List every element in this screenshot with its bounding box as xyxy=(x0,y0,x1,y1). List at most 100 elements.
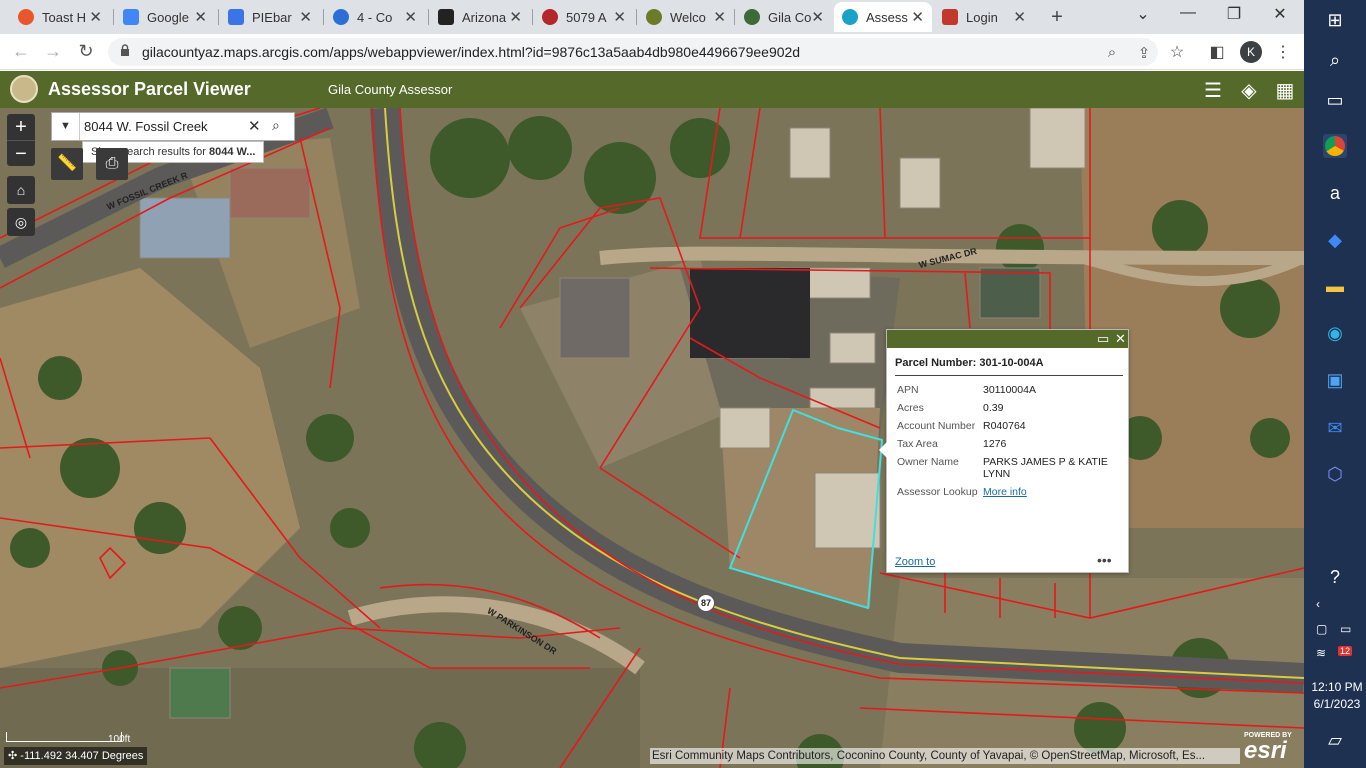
browser-tab[interactable]: Gila Co ✕ xyxy=(736,2,832,32)
google-docs-icon xyxy=(228,9,244,25)
windows-taskbar: ⊞ ⌕ ▭ a ◆ ▬ ◉ ▣ ✉ ⬡ ? ‹ ▢ ▭ ≋ 12 12:10 P… xyxy=(1304,0,1366,768)
menu-kebab-icon[interactable]: ⋮ xyxy=(1272,42,1294,62)
task-view-icon[interactable]: ▭ xyxy=(1323,88,1347,112)
tab-title: Assess xyxy=(866,9,908,25)
search-icon[interactable]: ⌕ xyxy=(1323,48,1347,72)
browser-tab[interactable]: Welco ✕ xyxy=(638,2,734,32)
windows-start-icon[interactable]: ⊞ xyxy=(1323,8,1347,32)
field-label: APN xyxy=(897,384,919,396)
browser-tab[interactable]: 5079 A ✕ xyxy=(534,2,634,32)
dropbox-icon[interactable]: ◆ xyxy=(1323,228,1347,252)
attribute-row: Acres 0.39 xyxy=(895,400,1123,418)
share-icon[interactable]: ⇪ xyxy=(1134,44,1154,62)
meet-icon[interactable]: ▢ xyxy=(1316,622,1327,636)
close-tab-icon[interactable]: ✕ xyxy=(194,8,207,26)
browser-tab[interactable]: PIEbar ✕ xyxy=(220,2,320,32)
address-bar[interactable]: gilacountyaz.maps.arcgis.com/apps/webapp… xyxy=(108,38,1158,66)
maximize-icon[interactable]: ▭ xyxy=(1097,331,1109,347)
browser-tab[interactable]: Google ✕ xyxy=(115,2,215,32)
reload-icon[interactable]: ↻ xyxy=(75,41,97,62)
clock-time[interactable]: 12:10 PM xyxy=(1308,680,1366,694)
side-panel-icon[interactable]: ◧ xyxy=(1206,42,1228,62)
print-icon[interactable]: ⎙ xyxy=(96,148,128,180)
tab-title: Toast H xyxy=(42,9,87,25)
tab-title: PIEbar xyxy=(252,9,292,25)
close-tab-icon[interactable]: ✕ xyxy=(911,8,924,26)
more-info-link[interactable]: More info xyxy=(983,486,1027,498)
tab-title: Login xyxy=(966,9,998,25)
close-tab-icon[interactable]: ✕ xyxy=(1013,8,1026,26)
close-tab-icon[interactable]: ✕ xyxy=(613,8,626,26)
home-button[interactable]: ⌂ xyxy=(7,176,35,204)
show-hidden-icons[interactable]: ‹ xyxy=(1316,597,1320,611)
zoom-icon[interactable]: ⌕ xyxy=(1102,44,1122,61)
map-view[interactable]: W FOSSIL CREEK R W SUMAC DR W PARKINSON … xyxy=(0,108,1304,768)
close-window-button[interactable]: ✕ xyxy=(1265,4,1295,24)
help-icon[interactable]: ? xyxy=(1323,565,1347,589)
clock-date[interactable]: 6/1/2023 xyxy=(1308,697,1366,711)
back-icon[interactable]: ← xyxy=(10,41,32,62)
close-tab-icon[interactable]: ✕ xyxy=(811,8,824,26)
file-explorer-icon[interactable]: ▬ xyxy=(1323,274,1347,298)
restore-button[interactable]: ❐ xyxy=(1219,4,1249,24)
close-tab-icon[interactable]: ✕ xyxy=(509,8,522,26)
browser-tab[interactable]: 4 - Co ✕ xyxy=(325,2,425,32)
wifi-icon[interactable]: ≋ xyxy=(1316,646,1326,660)
mail-icon[interactable]: ✉ xyxy=(1323,416,1347,440)
browser-tab[interactable]: Toast H ✕ xyxy=(10,2,110,32)
field-value: 1276 xyxy=(983,438,1007,450)
zoom-out-button[interactable]: − xyxy=(7,140,35,166)
close-tab-icon[interactable]: ✕ xyxy=(404,8,417,26)
search-source-dropdown[interactable]: ▼ xyxy=(52,113,80,140)
url-text[interactable]: gilacountyaz.maps.arcgis.com/apps/webapp… xyxy=(142,44,800,60)
close-tab-icon[interactable]: ✕ xyxy=(299,8,312,26)
field-value: 0.39 xyxy=(983,402,1004,414)
tab-title: Arizona xyxy=(462,9,507,25)
attribute-row: Account Number R040764 xyxy=(895,418,1123,436)
minimize-button[interactable]: — xyxy=(1173,4,1203,22)
calendar-badge[interactable]: 12 xyxy=(1338,646,1353,656)
parcel-popup: ▭ ✕ Parcel Number: 301-10-004A APN 301100… xyxy=(879,329,1129,573)
layers-icon[interactable]: ◈ xyxy=(1236,78,1262,103)
new-tab-button[interactable]: + xyxy=(1046,6,1068,29)
battery-icon[interactable]: ▭ xyxy=(1340,622,1351,636)
tab-title: Welco xyxy=(670,9,706,25)
chrome-icon[interactable] xyxy=(1323,134,1347,158)
close-tab-icon[interactable]: ✕ xyxy=(89,8,102,26)
scale-label: 100ft xyxy=(108,734,131,745)
lock-icon xyxy=(121,44,129,56)
amazon-icon[interactable]: a xyxy=(1323,181,1347,205)
route-shield: 87 xyxy=(697,594,715,612)
app-subtitle: Gila County Assessor xyxy=(328,82,453,97)
list-icon[interactable]: ☰ xyxy=(1200,78,1226,103)
tab-title: Google xyxy=(147,9,189,25)
notifications-icon[interactable]: ▱ xyxy=(1323,728,1347,752)
close-icon[interactable]: ✕ xyxy=(1115,331,1126,347)
browser-tab-active[interactable]: Assess ✕ xyxy=(834,2,932,32)
app-icon[interactable]: ⬡ xyxy=(1323,462,1347,486)
grid-widgets-icon[interactable]: ▦ xyxy=(1272,78,1298,103)
profile-avatar[interactable]: K xyxy=(1240,41,1262,63)
search-input[interactable] xyxy=(84,116,244,137)
zoom-control: + − xyxy=(7,114,35,166)
edge-icon[interactable]: ◉ xyxy=(1323,321,1347,345)
forward-icon[interactable]: → xyxy=(42,41,64,62)
clear-search-icon[interactable]: ✕ xyxy=(248,117,261,135)
more-options-icon[interactable]: ••• xyxy=(1097,552,1112,568)
browser-tab-strip: Toast H ✕ Google ✕ PIEbar ✕ 4 - Co ✕ Ari… xyxy=(0,0,1304,34)
arcgis-icon xyxy=(842,9,858,25)
bookmark-star-icon[interactable]: ☆ xyxy=(1166,42,1188,62)
store-icon[interactable]: ▣ xyxy=(1323,368,1347,392)
globe-icon xyxy=(744,9,760,25)
locate-button[interactable]: ◎ xyxy=(7,208,35,236)
zoom-in-button[interactable]: + xyxy=(7,114,35,140)
zoom-to-link[interactable]: Zoom to xyxy=(895,556,935,568)
tab-search-icon[interactable]: ⌄ xyxy=(1128,4,1158,24)
attribute-row: Owner Name PARKS JAMES P & KATIE LYNN xyxy=(895,454,1123,484)
close-tab-icon[interactable]: ✕ xyxy=(713,8,726,26)
measure-icon[interactable]: 📏 xyxy=(51,148,83,180)
search-icon[interactable]: ⌕ xyxy=(272,117,280,134)
browser-tab[interactable]: Arizona ✕ xyxy=(430,2,530,32)
coordinate-readout: ✣ -111.492 34.407 Degrees xyxy=(4,747,148,765)
browser-tab[interactable]: Login ✕ xyxy=(934,2,1034,32)
